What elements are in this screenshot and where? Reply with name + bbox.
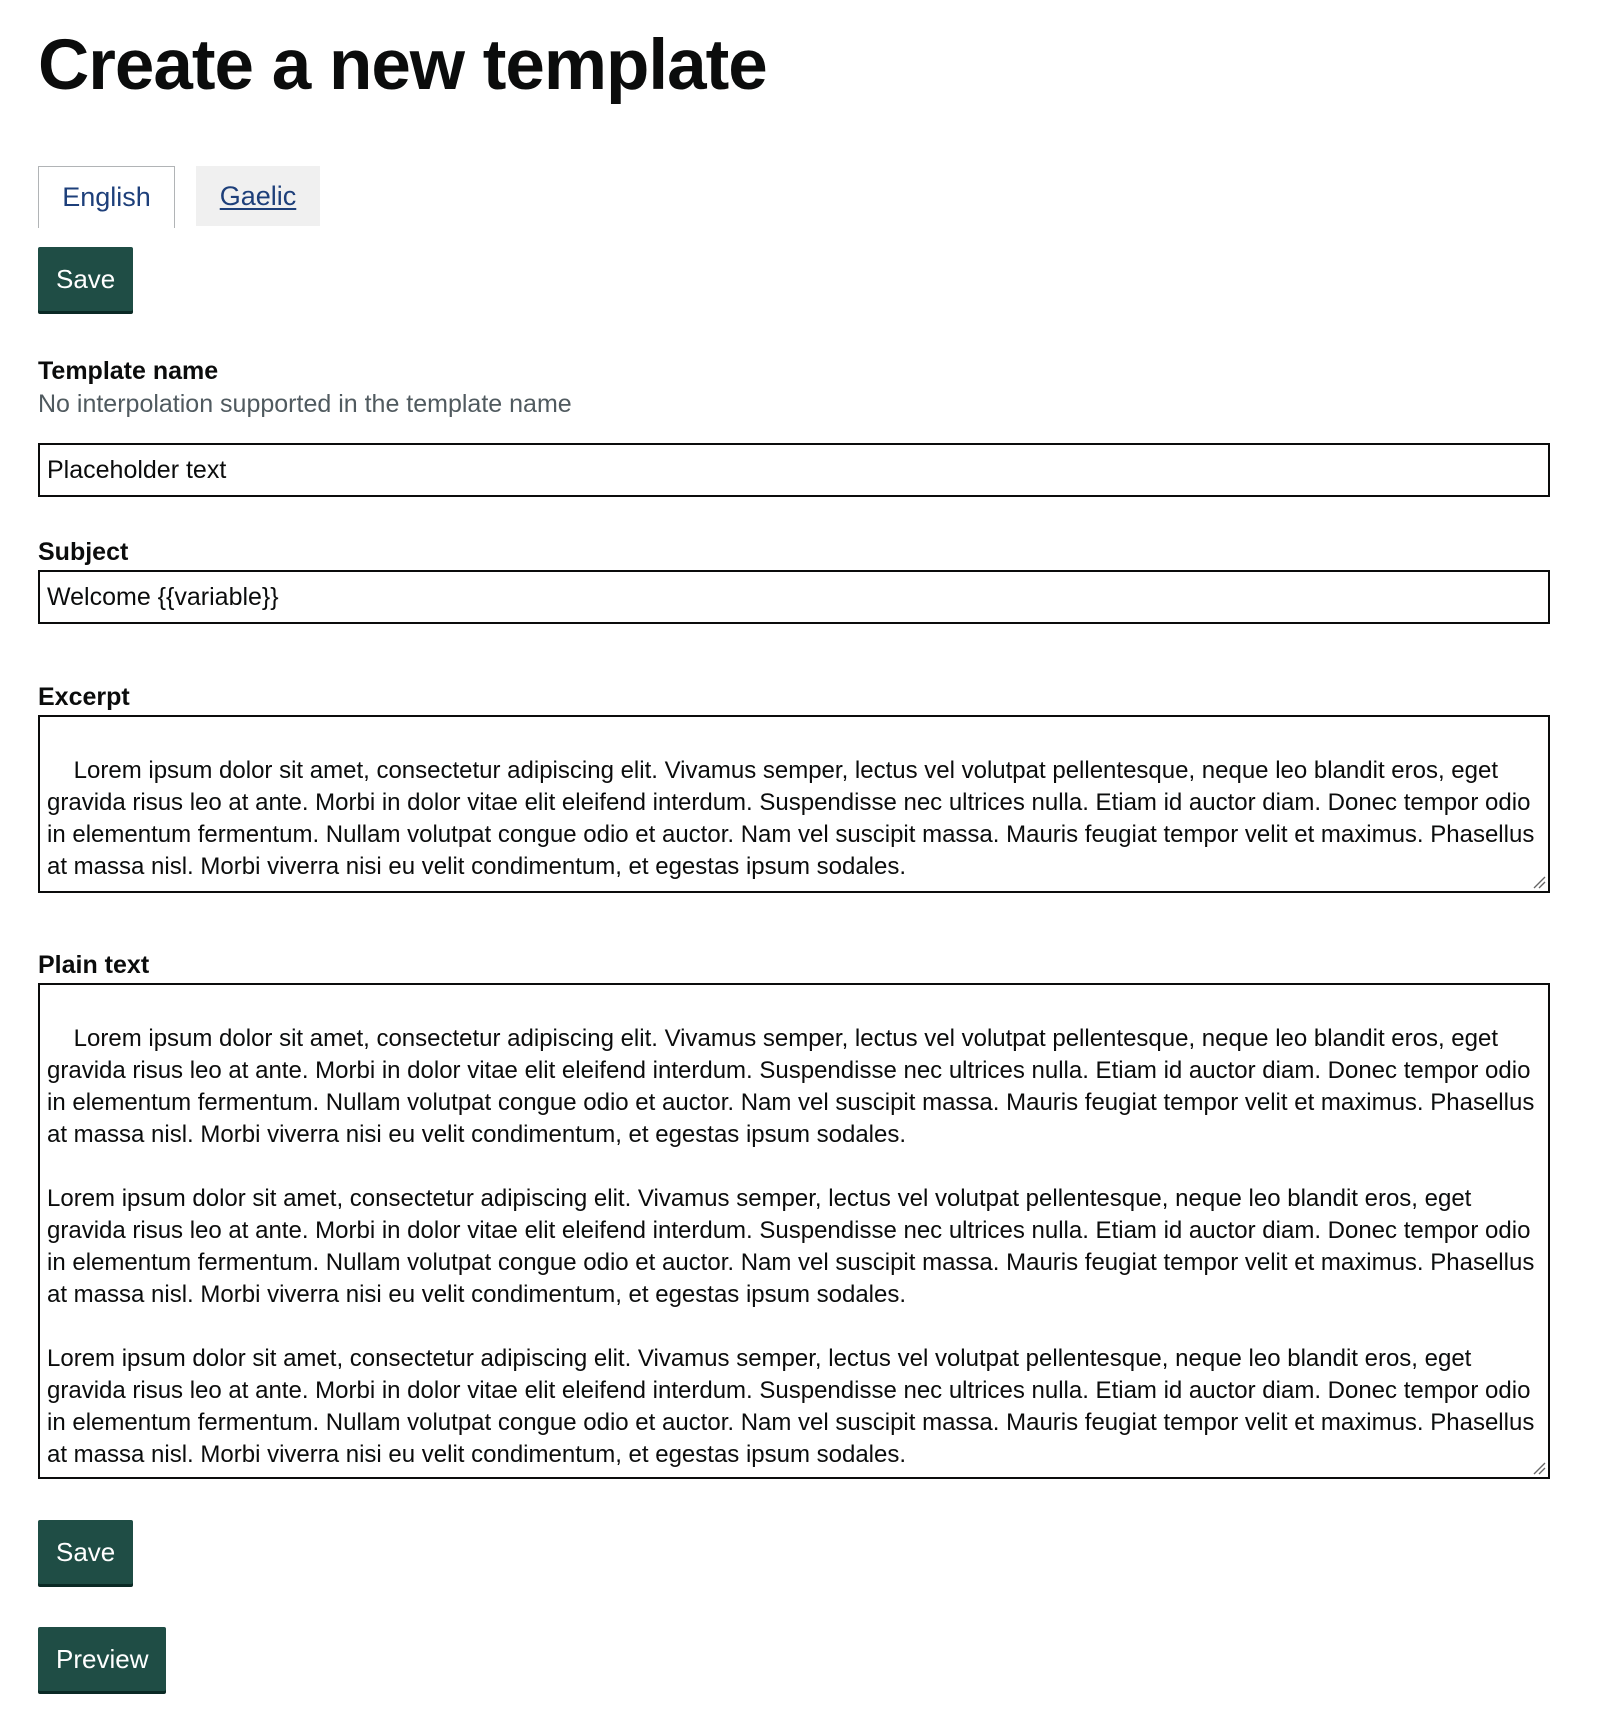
save-button-top[interactable]: Save xyxy=(38,247,134,311)
plain-text-textarea[interactable]: Lorem ipsum dolor sit amet, consectetur … xyxy=(38,983,1550,1479)
excerpt-label: Excerpt xyxy=(38,683,130,711)
template-name-label: Template name xyxy=(38,357,219,385)
preview-button[interactable]: Preview xyxy=(38,1627,167,1691)
language-tabs: English Gaelic xyxy=(38,166,320,228)
subject-label: Subject xyxy=(38,538,129,566)
excerpt-text: Lorem ipsum dolor sit amet, consectetur … xyxy=(47,757,1541,880)
template-name-hint: No interpolation supported in the templa… xyxy=(38,390,572,418)
excerpt-textarea[interactable]: Lorem ipsum dolor sit amet, consectetur … xyxy=(38,715,1550,893)
page-title: Create a new template xyxy=(38,26,768,105)
tab-english[interactable]: English xyxy=(38,166,175,228)
save-button-bottom[interactable]: Save xyxy=(38,1520,134,1584)
resize-handle-icon[interactable] xyxy=(1532,875,1546,889)
template-name-input[interactable] xyxy=(38,443,1550,497)
subject-input[interactable] xyxy=(38,570,1550,624)
resize-handle-icon[interactable] xyxy=(1532,1461,1546,1475)
plain-text-label: Plain text xyxy=(38,951,150,979)
tab-gaelic[interactable]: Gaelic xyxy=(196,166,320,226)
plain-text-content: Lorem ipsum dolor sit amet, consectetur … xyxy=(47,1025,1535,1468)
